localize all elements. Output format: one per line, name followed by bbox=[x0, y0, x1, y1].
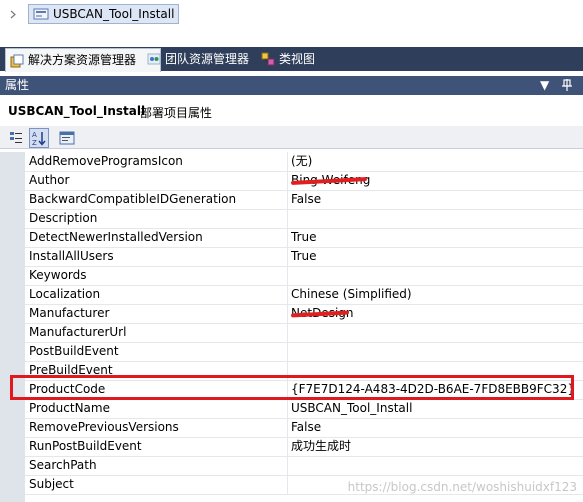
property-row[interactable]: Description bbox=[25, 209, 583, 229]
property-value[interactable]: False bbox=[291, 190, 321, 209]
property-name: InstallAllUsers bbox=[29, 249, 114, 263]
property-name: RemovePreviousVersions bbox=[29, 420, 179, 434]
grid-margin bbox=[0, 152, 25, 502]
property-value[interactable]: False bbox=[291, 418, 321, 437]
property-row[interactable]: BackwardCompatibleIDGeneration False bbox=[25, 190, 583, 210]
svg-text:A: A bbox=[32, 131, 37, 139]
property-row[interactable]: DetectNewerInstalledVersion True bbox=[25, 228, 583, 248]
property-row[interactable]: Localization Chinese (Simplified) bbox=[25, 285, 583, 305]
class-view-icon bbox=[261, 52, 275, 66]
column-divider bbox=[287, 437, 288, 456]
column-divider bbox=[287, 285, 288, 304]
properties-title: 属性 bbox=[5, 78, 30, 92]
annotation-highlight-box bbox=[10, 375, 574, 400]
column-divider bbox=[287, 304, 288, 323]
property-name: Description bbox=[29, 211, 98, 225]
object-name: USBCAN_Tool_Install bbox=[8, 104, 146, 118]
property-name: BackwardCompatibleIDGeneration bbox=[29, 192, 237, 206]
property-value[interactable]: (无) bbox=[291, 152, 312, 171]
property-value[interactable]: Chinese (Simplified) bbox=[291, 285, 412, 304]
property-grid: AddRemoveProgramsIcon(无)AuthorBing Weife… bbox=[0, 152, 583, 502]
column-divider bbox=[287, 342, 288, 361]
alphabetical-button[interactable]: A Z bbox=[29, 128, 49, 148]
property-row[interactable]: ProductName USBCAN_Tool_Install bbox=[25, 399, 583, 419]
property-value[interactable]: True bbox=[291, 228, 317, 247]
tab-class-view[interactable]: 类视图 bbox=[257, 47, 343, 71]
tab-solution-explorer[interactable]: 解决方案资源管理器 bbox=[5, 48, 161, 72]
property-pages-icon bbox=[59, 131, 75, 145]
column-divider bbox=[287, 475, 288, 494]
categorized-button[interactable] bbox=[6, 128, 26, 148]
tree-node-label: USBCAN_Tool_Install bbox=[53, 7, 175, 21]
property-name: SearchPath bbox=[29, 458, 97, 472]
setup-project-icon bbox=[33, 8, 49, 20]
dropdown-arrow-icon[interactable]: ▼ bbox=[540, 78, 552, 92]
svg-text:Z: Z bbox=[32, 139, 37, 147]
expand-arrow-icon[interactable] bbox=[10, 10, 16, 19]
watermark: https://blog.csdn.net/woshishuidxf123 bbox=[347, 480, 577, 494]
property-pages-button[interactable] bbox=[57, 128, 77, 148]
property-row[interactable]: SearchPath bbox=[25, 456, 583, 476]
column-divider bbox=[287, 228, 288, 247]
properties-title-bar: 属性 ▼ bbox=[0, 76, 583, 95]
column-divider bbox=[287, 418, 288, 437]
property-name: ProductName bbox=[29, 401, 110, 415]
column-divider bbox=[287, 399, 288, 418]
solution-tree: USBCAN_Tool_Install bbox=[0, 0, 583, 47]
property-name: ManufacturerUrl bbox=[29, 325, 127, 339]
sort-alphabetical-icon: A Z bbox=[32, 131, 46, 147]
property-value[interactable]: True bbox=[291, 247, 317, 266]
tab-label: 解决方案资源管理器 bbox=[28, 53, 137, 67]
property-name: PostBuildEvent bbox=[29, 344, 119, 358]
property-row[interactable]: InstallAllUsers True bbox=[25, 247, 583, 267]
tool-window-tabs: 解决方案资源管理器 团队资源管理器 类视图 bbox=[0, 47, 583, 72]
property-name: Localization bbox=[29, 287, 101, 301]
tree-node-project[interactable]: USBCAN_Tool_Install bbox=[28, 4, 180, 24]
column-divider bbox=[287, 323, 288, 342]
properties-toolbar: A Z bbox=[0, 126, 583, 149]
property-name: Manufacturer bbox=[29, 306, 110, 320]
column-divider bbox=[287, 456, 288, 475]
tab-label: 类视图 bbox=[279, 52, 316, 66]
solution-explorer-icon bbox=[10, 54, 24, 68]
pin-icon[interactable] bbox=[560, 78, 574, 92]
property-row[interactable]: RemovePreviousVersions False bbox=[25, 418, 583, 438]
property-name: Keywords bbox=[29, 268, 87, 282]
property-name: AddRemoveProgramsIcon bbox=[29, 154, 183, 168]
team-explorer-icon bbox=[147, 53, 161, 65]
property-name: Subject bbox=[29, 477, 74, 491]
property-name: DetectNewerInstalledVersion bbox=[29, 230, 203, 244]
column-divider bbox=[287, 247, 288, 266]
tab-label: 团队资源管理器 bbox=[165, 52, 250, 66]
property-row[interactable]: PostBuildEvent bbox=[25, 342, 583, 362]
property-row[interactable]: Keywords bbox=[25, 266, 583, 286]
categorized-icon bbox=[10, 132, 22, 143]
column-divider bbox=[287, 209, 288, 228]
property-row[interactable]: RunPostBuildEvent 成功生成时 bbox=[25, 437, 583, 457]
column-divider bbox=[287, 190, 288, 209]
property-value[interactable]: USBCAN_Tool_Install bbox=[291, 399, 412, 418]
column-divider bbox=[287, 171, 288, 190]
property-row[interactable]: AddRemoveProgramsIcon (无) bbox=[25, 152, 583, 172]
property-name: Author bbox=[29, 173, 70, 187]
object-header: USBCAN_Tool_Install 部署项目属性 bbox=[0, 96, 583, 127]
column-divider bbox=[287, 266, 288, 285]
column-divider bbox=[287, 152, 288, 171]
object-kind: 部署项目属性 bbox=[140, 106, 213, 120]
property-name: RunPostBuildEvent bbox=[29, 439, 142, 453]
property-row[interactable]: ManufacturerUrl bbox=[25, 323, 583, 343]
property-value[interactable]: 成功生成时 bbox=[291, 437, 351, 456]
